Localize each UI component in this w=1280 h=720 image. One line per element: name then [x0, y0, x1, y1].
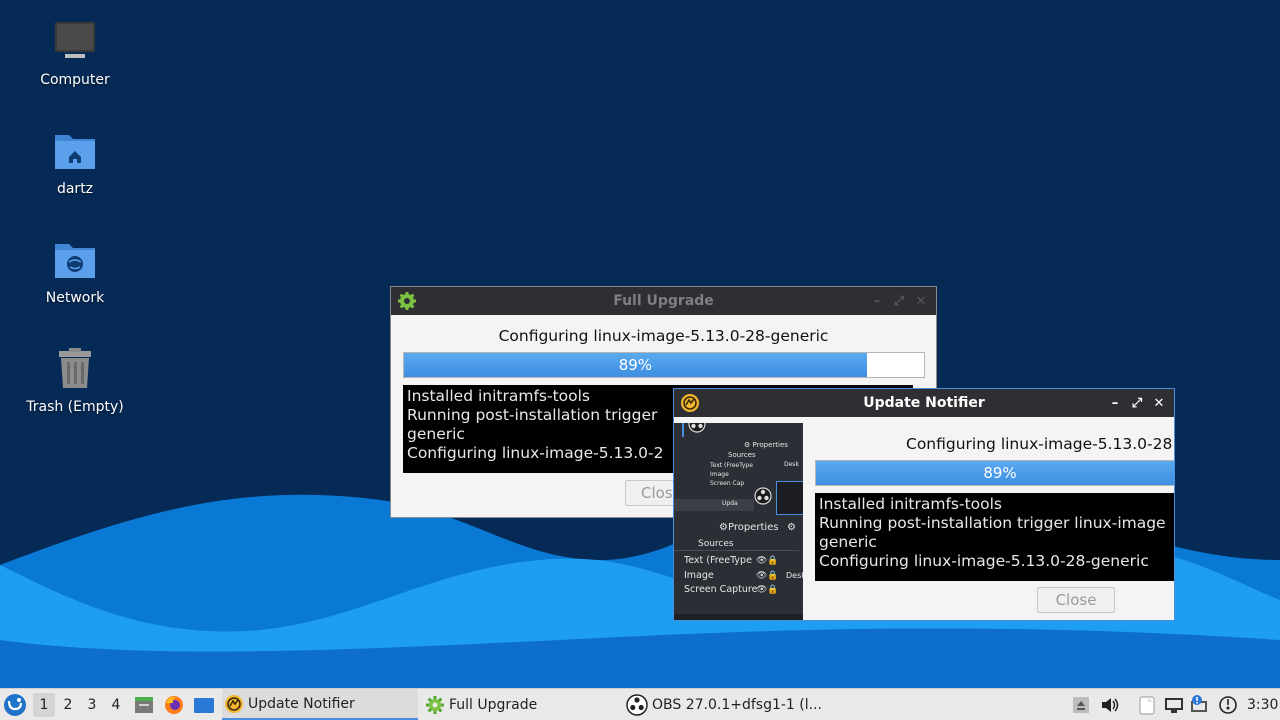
task-update-notifier[interactable]: Update Notifier — [222, 689, 418, 720]
minimize-button[interactable]: – — [1106, 393, 1124, 413]
task-full-upgrade[interactable]: Full Upgrade — [425, 689, 621, 720]
workspace-4[interactable]: 4 — [105, 693, 127, 717]
firefox-icon — [165, 696, 183, 714]
workspace-2[interactable]: 2 — [57, 693, 79, 717]
mini-source-item: Text (FreeType — [710, 462, 753, 469]
update-notifier-window: Update Notifier – ⤢ ✕ ⚙ Properties Sourc… — [673, 388, 1175, 621]
maximize-button[interactable]: ⤢ — [890, 291, 908, 311]
mini-sources-label: Sources — [728, 451, 756, 459]
minimize-button[interactable]: – — [868, 291, 886, 311]
update-notifier-titlebar[interactable]: Update Notifier – ⤢ ✕ — [674, 389, 1174, 417]
close-window-button[interactable]: ✕ — [912, 291, 930, 311]
firefox-launcher[interactable] — [163, 689, 185, 720]
mini-source-item: Image — [710, 471, 729, 478]
log-line: Running post-installation trigger linux-… — [819, 514, 1166, 532]
network-folder-icon — [55, 244, 95, 278]
sources-label: Sources — [674, 539, 799, 551]
lubuntu-logo-icon — [4, 694, 26, 716]
computer-icon — [55, 22, 95, 58]
trash-icon — [59, 348, 91, 388]
status-text: Configuring linux-image-5.13.0-28 — [906, 435, 1173, 453]
log-line: generic — [819, 533, 877, 551]
tray-eject[interactable] — [1071, 689, 1091, 720]
tray-update-alert[interactable] — [1188, 689, 1210, 720]
eject-icon — [1073, 697, 1089, 713]
source-item: Image — [684, 569, 714, 581]
obs-preview-snapshot: ⚙ Properties Sources Text (FreeType Imag… — [674, 423, 803, 620]
source-item: Text (FreeType — [684, 555, 752, 566]
mini-desk-label: Desk — [784, 461, 799, 468]
close-window-button[interactable]: ✕ — [1150, 393, 1168, 413]
progress-label: 89% — [618, 356, 653, 374]
task-label: OBS 27.0.1+dfsg1-1 (l... — [652, 696, 822, 713]
status-text: Configuring linux-image-5.13.0-28-generi… — [498, 327, 829, 345]
desktop-icon-home[interactable]: dartz — [20, 127, 130, 227]
eye-icon: 👁🔒 — [756, 556, 779, 566]
progress-bar: 89% — [403, 352, 925, 378]
task-label: Update Notifier — [248, 695, 355, 712]
task-obs[interactable]: OBS 27.0.1+dfsg1-1 (l... — [626, 689, 822, 720]
tray-network[interactable] — [1163, 689, 1185, 720]
full-upgrade-titlebar[interactable]: Full Upgrade – ⤢ ✕ — [391, 287, 936, 315]
file-manager-icon — [135, 697, 153, 713]
workspace-3[interactable]: 3 — [81, 693, 103, 717]
tray-volume[interactable] — [1099, 689, 1119, 720]
desktop-icon-label: Computer — [40, 72, 110, 88]
desktop-icon-network[interactable]: Network — [20, 236, 130, 336]
obs-icon — [688, 423, 706, 433]
progress-bar: 89% — [815, 460, 1174, 486]
window-title: Full Upgrade — [613, 293, 714, 309]
clipboard-icon — [1139, 696, 1155, 715]
log-line: Configuring linux-image-5.13.0-28-generi… — [819, 552, 1149, 570]
terminal-log: Installed initramfs-tools Running post-i… — [815, 493, 1174, 581]
taskbar: 1 2 3 4 Update Notifier Full Upgrade OBS… — [0, 688, 1280, 720]
source-item: Screen Capture — [684, 584, 758, 595]
maximize-button[interactable]: ⤢ — [1128, 393, 1146, 413]
session-icon — [1219, 696, 1237, 714]
obs-icon — [626, 693, 648, 716]
log-line: Installed initramfs-tools — [819, 495, 1002, 513]
clock[interactable]: 3:30 — [1247, 689, 1278, 720]
close-button[interactable]: Close — [1037, 587, 1115, 613]
update-notifier-icon — [225, 694, 243, 713]
desktop-icon-label: dartz — [56, 181, 94, 197]
desktop-icon-label: Trash (Empty) — [26, 399, 124, 415]
desktop-icon-label: Network — [45, 290, 105, 306]
volume-icon — [1102, 698, 1119, 712]
network-icon — [1165, 698, 1183, 713]
task-label: Full Upgrade — [449, 696, 538, 713]
show-desktop-icon — [194, 698, 214, 713]
desktop-launcher[interactable] — [193, 689, 215, 720]
start-menu-button[interactable] — [3, 689, 27, 720]
gear-icon — [398, 292, 416, 310]
properties-label: Properties — [727, 522, 779, 533]
workspace-1[interactable]: 1 — [33, 693, 55, 717]
desk-label: Desk — [786, 571, 803, 580]
eye-icon: 👁🔒 — [756, 585, 779, 595]
mini-upd-label: Upda — [722, 500, 738, 507]
file-manager-launcher[interactable] — [133, 689, 155, 720]
tray-clipboard[interactable] — [1136, 689, 1158, 720]
mini-properties-label: Properties — [752, 441, 788, 449]
update-notifier-icon — [681, 394, 699, 412]
desktop-icon-trash[interactable]: Trash (Empty) — [20, 345, 130, 445]
update-alert-icon — [1191, 695, 1207, 712]
home-folder-icon — [55, 135, 95, 169]
desktop-icon-computer[interactable]: Computer — [20, 18, 130, 118]
eye-icon: 👁🔒 — [756, 570, 779, 581]
tray-session[interactable] — [1218, 689, 1238, 720]
gear-icon — [426, 695, 444, 714]
obs-icon — [754, 487, 772, 505]
window-title: Update Notifier — [863, 395, 985, 411]
progress-label: 89% — [983, 464, 1017, 482]
